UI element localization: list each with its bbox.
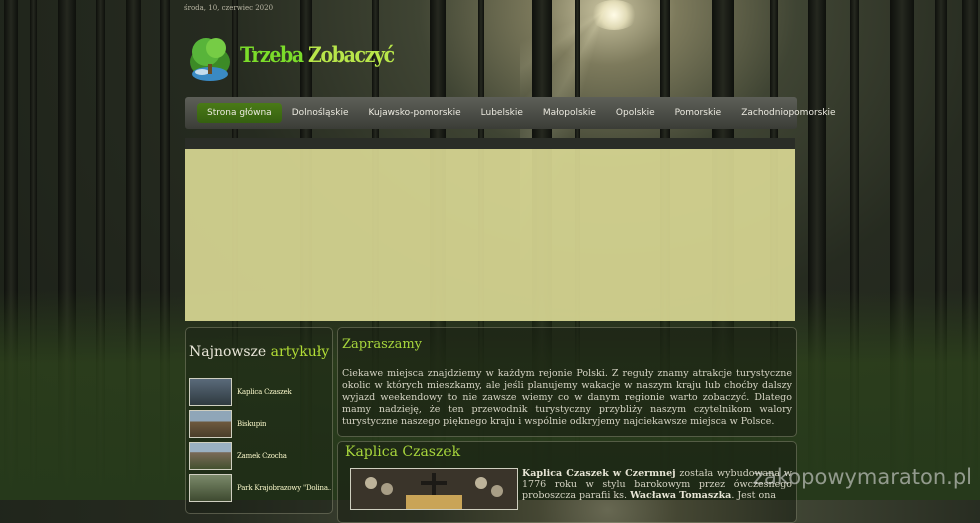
sidebar-title: Najnowsze artykuły (189, 344, 329, 360)
article-lead: Kaplica Czaszek w Czermnej (522, 468, 676, 479)
sidebar-item-label[interactable]: Park Krajobrazowy "Dolina... (237, 484, 331, 492)
nav-item-pomorskie[interactable]: Pomorskie (665, 103, 732, 123)
site-logo[interactable]: Trzeba Zobaczyć (186, 32, 395, 84)
watermark: zakopowymaraton.pl (753, 465, 972, 489)
nav-item-dolnoslaskie[interactable]: Dolnośląskie (282, 103, 359, 123)
sidebar-item-label[interactable]: Zamek Czocha (237, 452, 287, 460)
date-line: środa, 10, czerwiec 2020 (184, 4, 274, 12)
article-image[interactable] (350, 468, 518, 510)
sidebar-title-highlight: artykuły (270, 344, 330, 360)
sidebar-item-zamek-czocha[interactable]: Zamek Czocha (189, 440, 331, 472)
sidebar-title-plain: Najnowsze (189, 344, 267, 360)
sidebar-item-label[interactable]: Biskupin (237, 420, 266, 428)
main-navigation: Strona główna Dolnośląskie Kujawsko-pomo… (185, 97, 836, 129)
sidebar-item-kaplica-czaszek[interactable]: Kaplica Czaszek (189, 376, 331, 408)
article-title[interactable]: Kaplica Czaszek (345, 444, 460, 460)
nav-item-home[interactable]: Strona główna (197, 103, 282, 123)
sidebar-item-park-krajobrazowy[interactable]: Park Krajobrazowy "Dolina... (189, 472, 331, 504)
article-text-part-2: . Jest ona (731, 490, 776, 501)
welcome-box: Zapraszamy Ciekawe miejsca znajdziemy w … (337, 327, 797, 437)
nav-item-opolskie[interactable]: Opolskie (606, 103, 665, 123)
latest-articles-sidebar: Najnowsze artykuły Kaplica Czaszek Bisku… (185, 327, 333, 514)
nav-divider-strip (185, 138, 795, 149)
nav-item-kujawsko-pomorskie[interactable]: Kujawsko-pomorskie (358, 103, 470, 123)
sun-glow (590, 0, 638, 30)
article-excerpt: Kaplica Czaszek w Czermnej została wybud… (522, 468, 792, 501)
logo-word-2: Zobaczyć (308, 42, 395, 67)
sidebar-article-list: Kaplica Czaszek Biskupin Zamek Czocha Pa… (189, 376, 331, 504)
nav-item-malopolskie[interactable]: Małopolskie (533, 103, 606, 123)
welcome-title: Zapraszamy (342, 337, 423, 352)
article-thumbnail[interactable] (189, 410, 232, 438)
article-thumbnail[interactable] (189, 474, 232, 502)
article-preview: Kaplica Czaszek Kaplica Czaszek w Czermn… (337, 441, 797, 523)
nav-item-lubelskie[interactable]: Lubelskie (471, 103, 533, 123)
logo-word-1: Trzeba (240, 42, 304, 67)
sidebar-item-biskupin[interactable]: Biskupin (189, 408, 331, 440)
banner-area (185, 149, 795, 321)
article-thumbnail[interactable] (189, 442, 232, 470)
cross-icon (351, 469, 517, 509)
article-bold-name: Wacława Tomaszka (630, 490, 732, 501)
welcome-text: Ciekawe miejsca znajdziemy w każdym rejo… (342, 368, 792, 427)
sidebar-item-label[interactable]: Kaplica Czaszek (237, 388, 292, 396)
tree-globe-icon (190, 38, 230, 81)
nav-item-zachodniopomorskie[interactable]: Zachodniopomorskie (731, 103, 845, 123)
article-thumbnail[interactable] (189, 378, 232, 406)
